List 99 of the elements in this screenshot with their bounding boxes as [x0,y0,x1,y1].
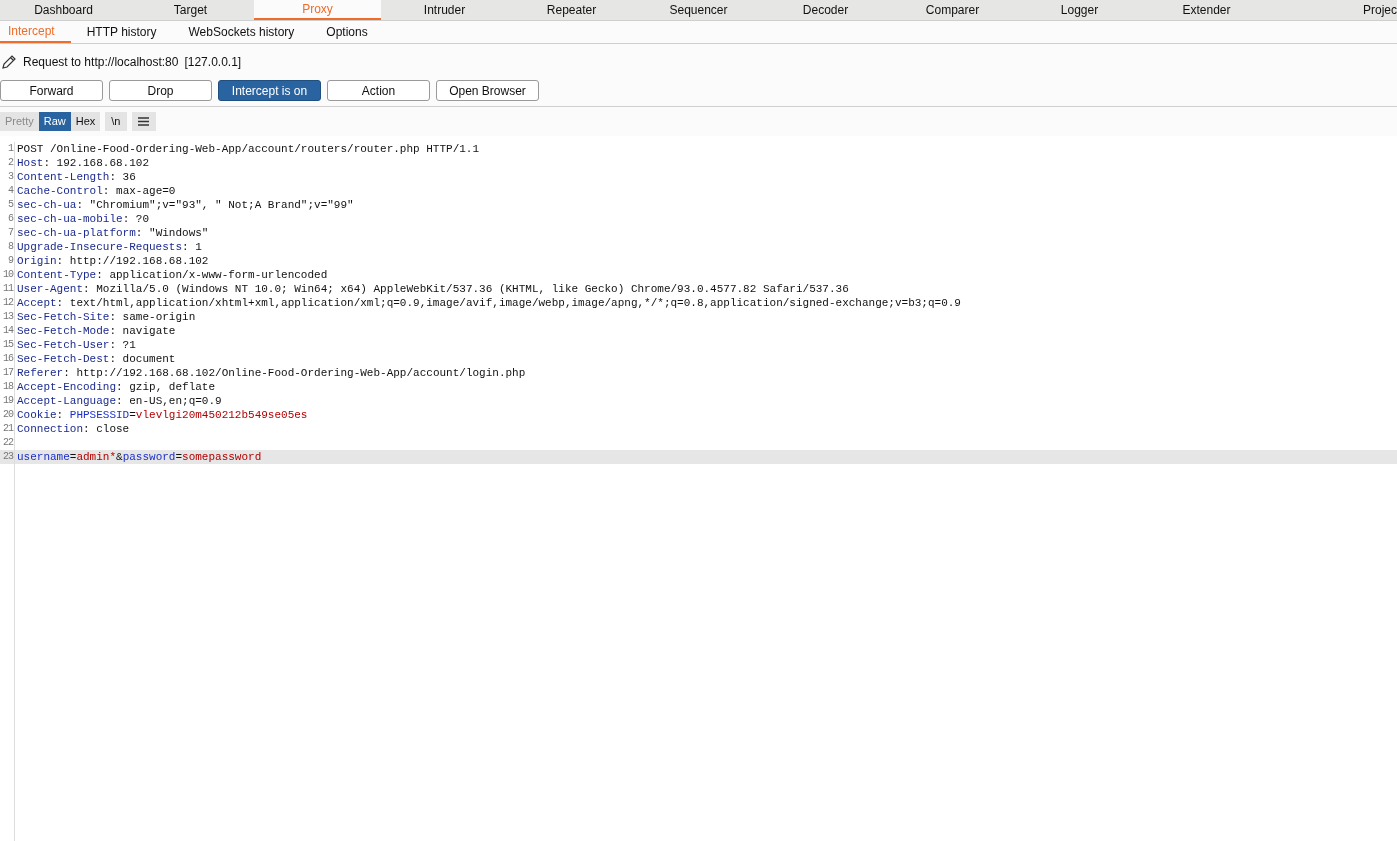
action-button[interactable]: Intercept is on [218,80,321,101]
header-name: Accept-Encoding [17,380,117,394]
action-button[interactable]: Drop [109,80,212,101]
line-number: 23 [0,450,15,464]
parameter-value: vlevlgi20m450212b549se05es [135,408,308,422]
sub-tab[interactable]: WebSockets history [172,21,311,43]
line-number: 2 [0,156,15,170]
view-mode-tab[interactable]: Raw [38,112,71,131]
header-value: = [129,408,136,422]
header-value: : max-age=0 [102,184,176,198]
header-value: : document [109,352,176,366]
line-number: 20 [0,408,15,422]
line-number: 16 [0,352,15,366]
main-tab[interactable]: Logger [1016,0,1143,20]
header-value: : Mozilla/5.0 (Windows NT 10.0; Win64; x64) AppleWebKit/537.36 (KHTML, like Gecko) Chrome/93.0.4577.82 Safari/537.36 [83,282,849,296]
sub-tab[interactable]: HTTP history [70,21,173,43]
header-name: Accept [17,296,57,310]
header-name: Upgrade-Insecure-Requests [17,240,183,254]
line-number: 12 [0,296,15,310]
header-name: Accept-Language [17,394,117,408]
header-value: & [116,450,123,464]
parameter-value: somepassword [182,450,262,464]
header-value: : 192.168.68.102 [43,156,150,170]
menu-button[interactable] [131,112,156,131]
header-name: User-Agent [17,282,83,296]
parameter-value: admin* [76,450,117,464]
newline-toggle[interactable]: \n [105,112,127,131]
line-number: 13 [0,310,15,324]
line-number: 17 [0,366,15,380]
parameter-name: password [122,450,176,464]
header-name: Content-Length [17,170,110,184]
header-value: : text/html,application/xhtml+xml,application/xml;q=0.9,image/avif,image/webp,image/apng,*/*;q=0.8,application/signed-exchange;v=b3;q=0.9 [56,296,961,310]
main-tab[interactable]: Sequencer [635,0,762,20]
header-name: sec-ch-ua-mobile [17,212,123,226]
line-number: 15 [0,338,15,352]
header-value: : close [83,422,130,436]
line-number: 10 [0,268,15,282]
line-number: 14 [0,324,15,338]
header-value: : en-US,en;q=0.9 [116,394,222,408]
header-name: Connection [17,422,83,436]
header-value: : http://192.168.68.102 [56,254,209,268]
main-tab[interactable]: Projec [1270,0,1397,20]
header-name: Cookie [17,408,57,422]
header-value: : ?0 [122,212,150,226]
request-address: [127.0.0.1] [184,54,242,71]
main-tab[interactable]: Comparer [889,0,1016,20]
parameter-name: PHPSESSID [69,408,130,422]
header-value: : ?1 [109,338,136,352]
header-value: : gzip, deflate [116,380,216,394]
line-number: 11 [0,282,15,296]
menu-icon [138,117,149,126]
header-name: Content-Type [17,268,97,282]
line-number: 19 [0,394,15,408]
header-value: : same-origin [109,310,196,324]
line-number: 5 [0,198,15,212]
header-value: POST /Online-Food-Ordering-Web-App/account/routers/router.php HTTP/1.1 [17,142,480,156]
header-value: : navigate [109,324,176,338]
header-value: : http://192.168.68.102/Online-Food-Ordering-Web-App/account/login.php [63,366,526,380]
pencil-icon [1,54,17,70]
line-number: 7 [0,226,15,240]
line-number: 8 [0,240,15,254]
view-mode-tab[interactable]: Hex [70,112,101,131]
action-button[interactable]: Action [327,80,430,101]
header-value: = [175,450,183,464]
header-value: : "Chromium";v="93", " Not;A Brand";v="99" [76,198,354,212]
main-tab[interactable]: Intruder [381,0,508,20]
main-tab[interactable]: Dashboard [0,0,127,20]
header-name: Sec-Fetch-Site [17,310,110,324]
header-name: Cache-Control [17,184,103,198]
line-number: 3 [0,170,15,184]
parameter-name: username [17,450,70,464]
header-value: : "Windows" [135,226,209,240]
header-value: : 1 [182,240,202,254]
header-name: Host [17,156,44,170]
request-target: Request to http://localhost:80 [23,54,179,71]
line-number: 6 [0,212,15,226]
main-tab[interactable]: Extender [1143,0,1270,20]
header-value: = [69,450,77,464]
line-number: 18 [0,380,15,394]
line-number: 21 [0,422,15,436]
main-tab[interactable]: Target [127,0,254,20]
line-number: 9 [0,254,15,268]
header-value: : application/x-www-form-urlencoded [96,268,328,282]
header-name: sec-ch-ua [17,198,77,212]
line-number: 1 [0,142,15,156]
main-tab[interactable]: Repeater [508,0,635,20]
action-button[interactable]: Forward [0,80,103,101]
action-button[interactable]: Open Browser [436,80,539,101]
sub-tab[interactable]: Options [310,21,384,43]
header-value: : 36 [109,170,136,184]
header-name: Referer [17,366,64,380]
header-name: Sec-Fetch-Mode [17,324,110,338]
main-tab[interactable]: Decoder [762,0,889,20]
header-name: Sec-Fetch-User [17,338,110,352]
header-value: : [56,408,65,422]
line-number: 4 [0,184,15,198]
header-name: sec-ch-ua-platform [17,226,136,240]
header-name: Origin [17,254,57,268]
header-name: Sec-Fetch-Dest [17,352,110,366]
